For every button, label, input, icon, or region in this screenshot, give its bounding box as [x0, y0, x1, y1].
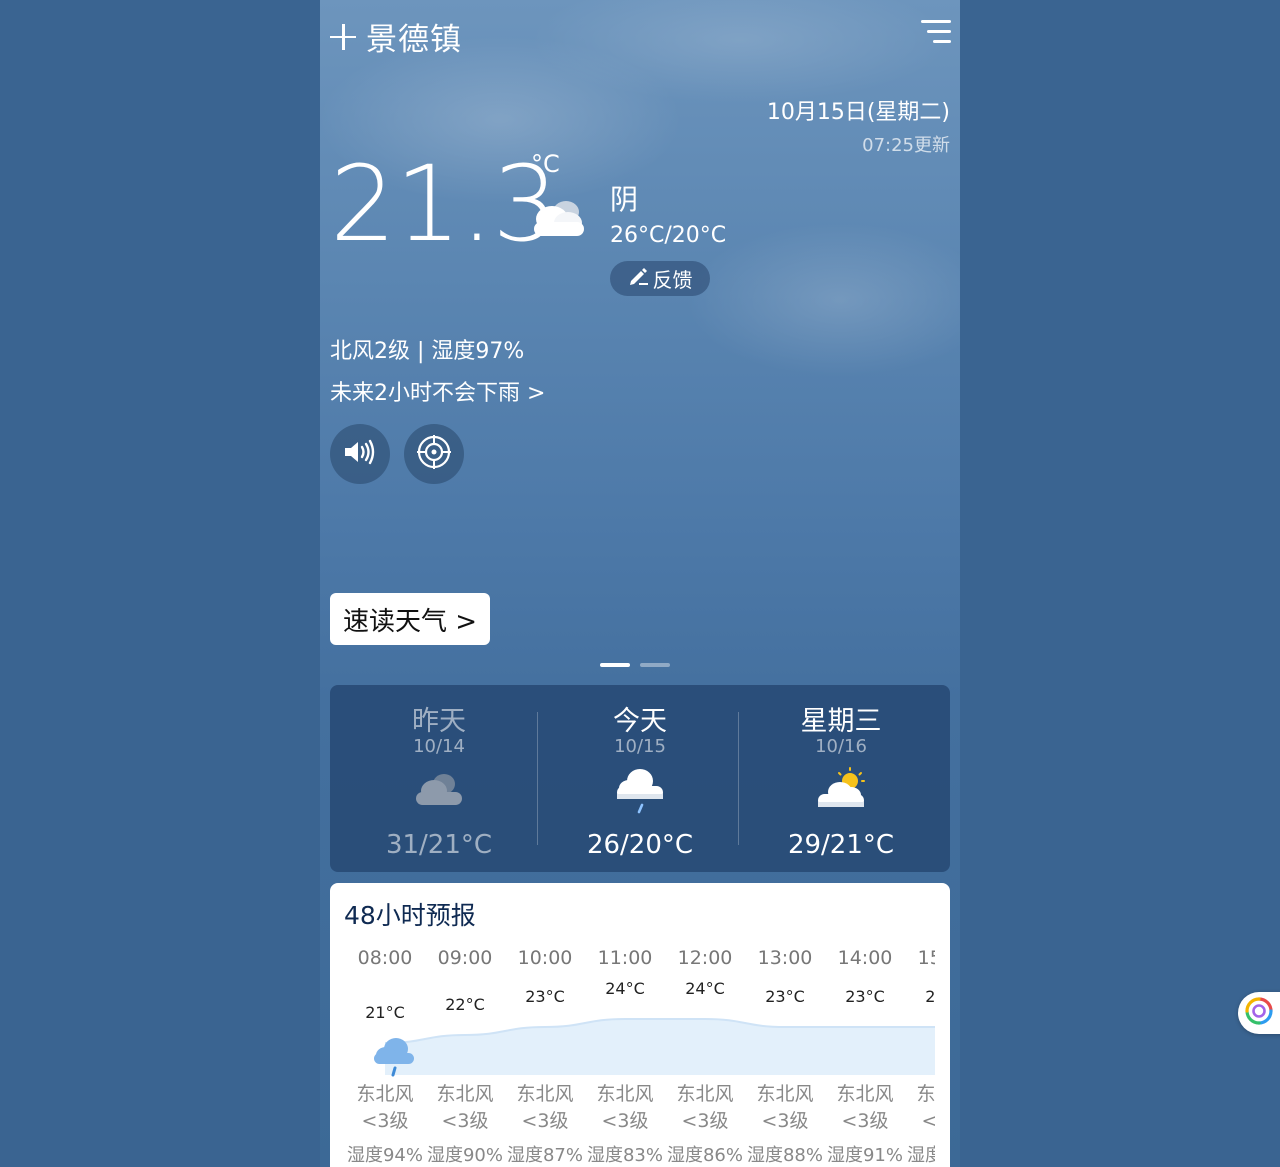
- wind-direction: 东北风: [916, 1083, 935, 1105]
- hour-wind: 东北风 <3级: [425, 1081, 505, 1135]
- wind-direction: 东北风: [516, 1083, 574, 1105]
- day-card-wednesday[interactable]: 星期三 10/16 29/21°C: [741, 685, 941, 872]
- day-name: 今天: [613, 706, 667, 737]
- three-day-summary: 昨天 10/14 31/21°C 今天 10/15 26/20°C 星期三 10…: [330, 685, 950, 872]
- voice-broadcast-button[interactable]: [330, 424, 390, 484]
- hour-humidity: 湿度88%: [746, 1145, 823, 1166]
- wind-direction: 东北风: [836, 1083, 894, 1105]
- radar-icon: [416, 434, 452, 474]
- wind-level: <3级: [681, 1110, 729, 1132]
- cloudy-icon: [414, 767, 464, 815]
- wind-direction: 东北风: [756, 1083, 814, 1105]
- current-temperature: 21.3: [330, 143, 559, 265]
- menu-icon[interactable]: [919, 19, 951, 45]
- day-date: 10/16: [815, 736, 867, 757]
- pencil-icon: [628, 266, 653, 291]
- assistant-button[interactable]: [1238, 992, 1280, 1034]
- light-rain-icon: [372, 1035, 416, 1081]
- temperature-unit: °C: [531, 150, 560, 178]
- hour-humidity: 湿度94%: [346, 1145, 423, 1166]
- hour-time: 10:00: [517, 947, 573, 969]
- hour-humidity: 湿度93%: [906, 1145, 935, 1166]
- hour-humidity: 湿度87%: [506, 1145, 583, 1166]
- hour-temp: 21°C: [365, 1003, 405, 1022]
- divider: [738, 712, 739, 845]
- hour-wind: 东北风 <3级: [345, 1081, 425, 1135]
- city-name[interactable]: 景德镇: [366, 14, 462, 59]
- hour-wind: 东北风 <3级: [905, 1081, 935, 1135]
- hour-wind: 东北风 <3级: [585, 1081, 665, 1135]
- hourly-forecast-card: 48小时预报 08:00 21°C 东北风 <3级 湿度94% 09:00 22°C 东北风 <…: [330, 883, 950, 1167]
- radar-button[interactable]: [404, 424, 464, 484]
- wind-level: <3级: [521, 1110, 569, 1132]
- weather-condition: 阴: [610, 183, 639, 216]
- day-date: 10/14: [413, 736, 465, 757]
- feedback-button[interactable]: 反馈: [610, 261, 710, 296]
- hour-wind: 东北风 <3级: [505, 1081, 585, 1135]
- page-dot: [640, 663, 670, 667]
- wind-level: <3级: [441, 1110, 489, 1132]
- wind-level: <3级: [841, 1110, 889, 1132]
- hour-humidity: 湿度90%: [426, 1145, 503, 1166]
- hour-temp: 23°C: [845, 987, 885, 1006]
- plus-icon[interactable]: [330, 23, 356, 50]
- hour-temp: 22°C: [445, 995, 485, 1014]
- day-name: 昨天: [412, 706, 466, 737]
- feedback-label: 反馈: [652, 268, 693, 292]
- wind-level: <3级: [361, 1110, 409, 1132]
- light-rain-icon: [615, 767, 665, 821]
- hour-time: 09:00: [437, 947, 493, 969]
- partly-cloudy-icon: [816, 767, 868, 817]
- hour-time: 08:00: [357, 947, 413, 969]
- hour-humidity: 湿度83%: [586, 1145, 663, 1166]
- wind-level: <3级: [921, 1110, 935, 1132]
- hour-time: 11:00: [597, 947, 653, 969]
- wind-humidity: 北风2级 | 湿度97%: [330, 339, 525, 364]
- hour-humidity: 湿度86%: [666, 1145, 743, 1166]
- hour-temp: 24°C: [605, 979, 645, 998]
- divider: [537, 712, 538, 845]
- hour-temp: 23°C: [925, 987, 935, 1006]
- temperature-range: 26°C/20°C: [610, 223, 727, 248]
- city-selector[interactable]: 景德镇: [330, 14, 462, 59]
- hour-time: 15:00: [917, 947, 935, 969]
- hourly-forecast-strip[interactable]: 08:00 21°C 东北风 <3级 湿度94% 09:00 22°C 东北风 <3级 湿度90%…: [330, 883, 935, 1167]
- day-temp-range: 31/21°C: [385, 830, 493, 860]
- hour-time: 14:00: [837, 947, 893, 969]
- rain-notice-link[interactable]: 未来2小时不会下雨 >: [330, 375, 545, 407]
- quick-read-button[interactable]: 速读天气 >: [330, 593, 490, 645]
- hour-temp: 23°C: [525, 987, 565, 1006]
- current-date: 10月15日(星期二): [766, 100, 950, 125]
- wind-direction: 东北风: [356, 1083, 414, 1105]
- hour-humidity: 湿度91%: [826, 1145, 903, 1166]
- day-card-yesterday[interactable]: 昨天 10/14 31/21°C: [339, 685, 539, 872]
- hour-wind: 东北风 <3级: [745, 1081, 825, 1135]
- day-temp-range: 26/20°C: [586, 830, 694, 860]
- hour-temp: 23°C: [765, 987, 805, 1006]
- day-temp-range: 29/21°C: [787, 830, 895, 860]
- hour-time: 12:00: [677, 947, 733, 969]
- page-dot-active: [600, 663, 630, 667]
- wind-direction: 东北风: [436, 1083, 494, 1105]
- hour-time: 13:00: [757, 947, 813, 969]
- wind-level: <3级: [761, 1110, 809, 1132]
- day-card-today[interactable]: 今天 10/15 26/20°C: [540, 685, 740, 872]
- wind-level: <3级: [601, 1110, 649, 1132]
- day-date: 10/15: [614, 736, 666, 757]
- weather-app: 景德镇 10月15日(星期二) 07:25更新 21.3 °C 阴 26°C/2…: [320, 0, 960, 1167]
- wind-direction: 东北风: [596, 1083, 654, 1105]
- hour-wind: 东北风 <3级: [825, 1081, 905, 1135]
- assistant-swirl-icon: [1244, 996, 1274, 1030]
- speaker-icon: [343, 438, 377, 470]
- hour-wind: 东北风 <3级: [665, 1081, 745, 1135]
- update-time: 07:25更新: [862, 135, 950, 156]
- day-name: 星期三: [800, 706, 882, 737]
- hour-temp: 24°C: [685, 979, 725, 998]
- wind-direction: 东北风: [676, 1083, 734, 1105]
- cloud-icon: [528, 192, 590, 244]
